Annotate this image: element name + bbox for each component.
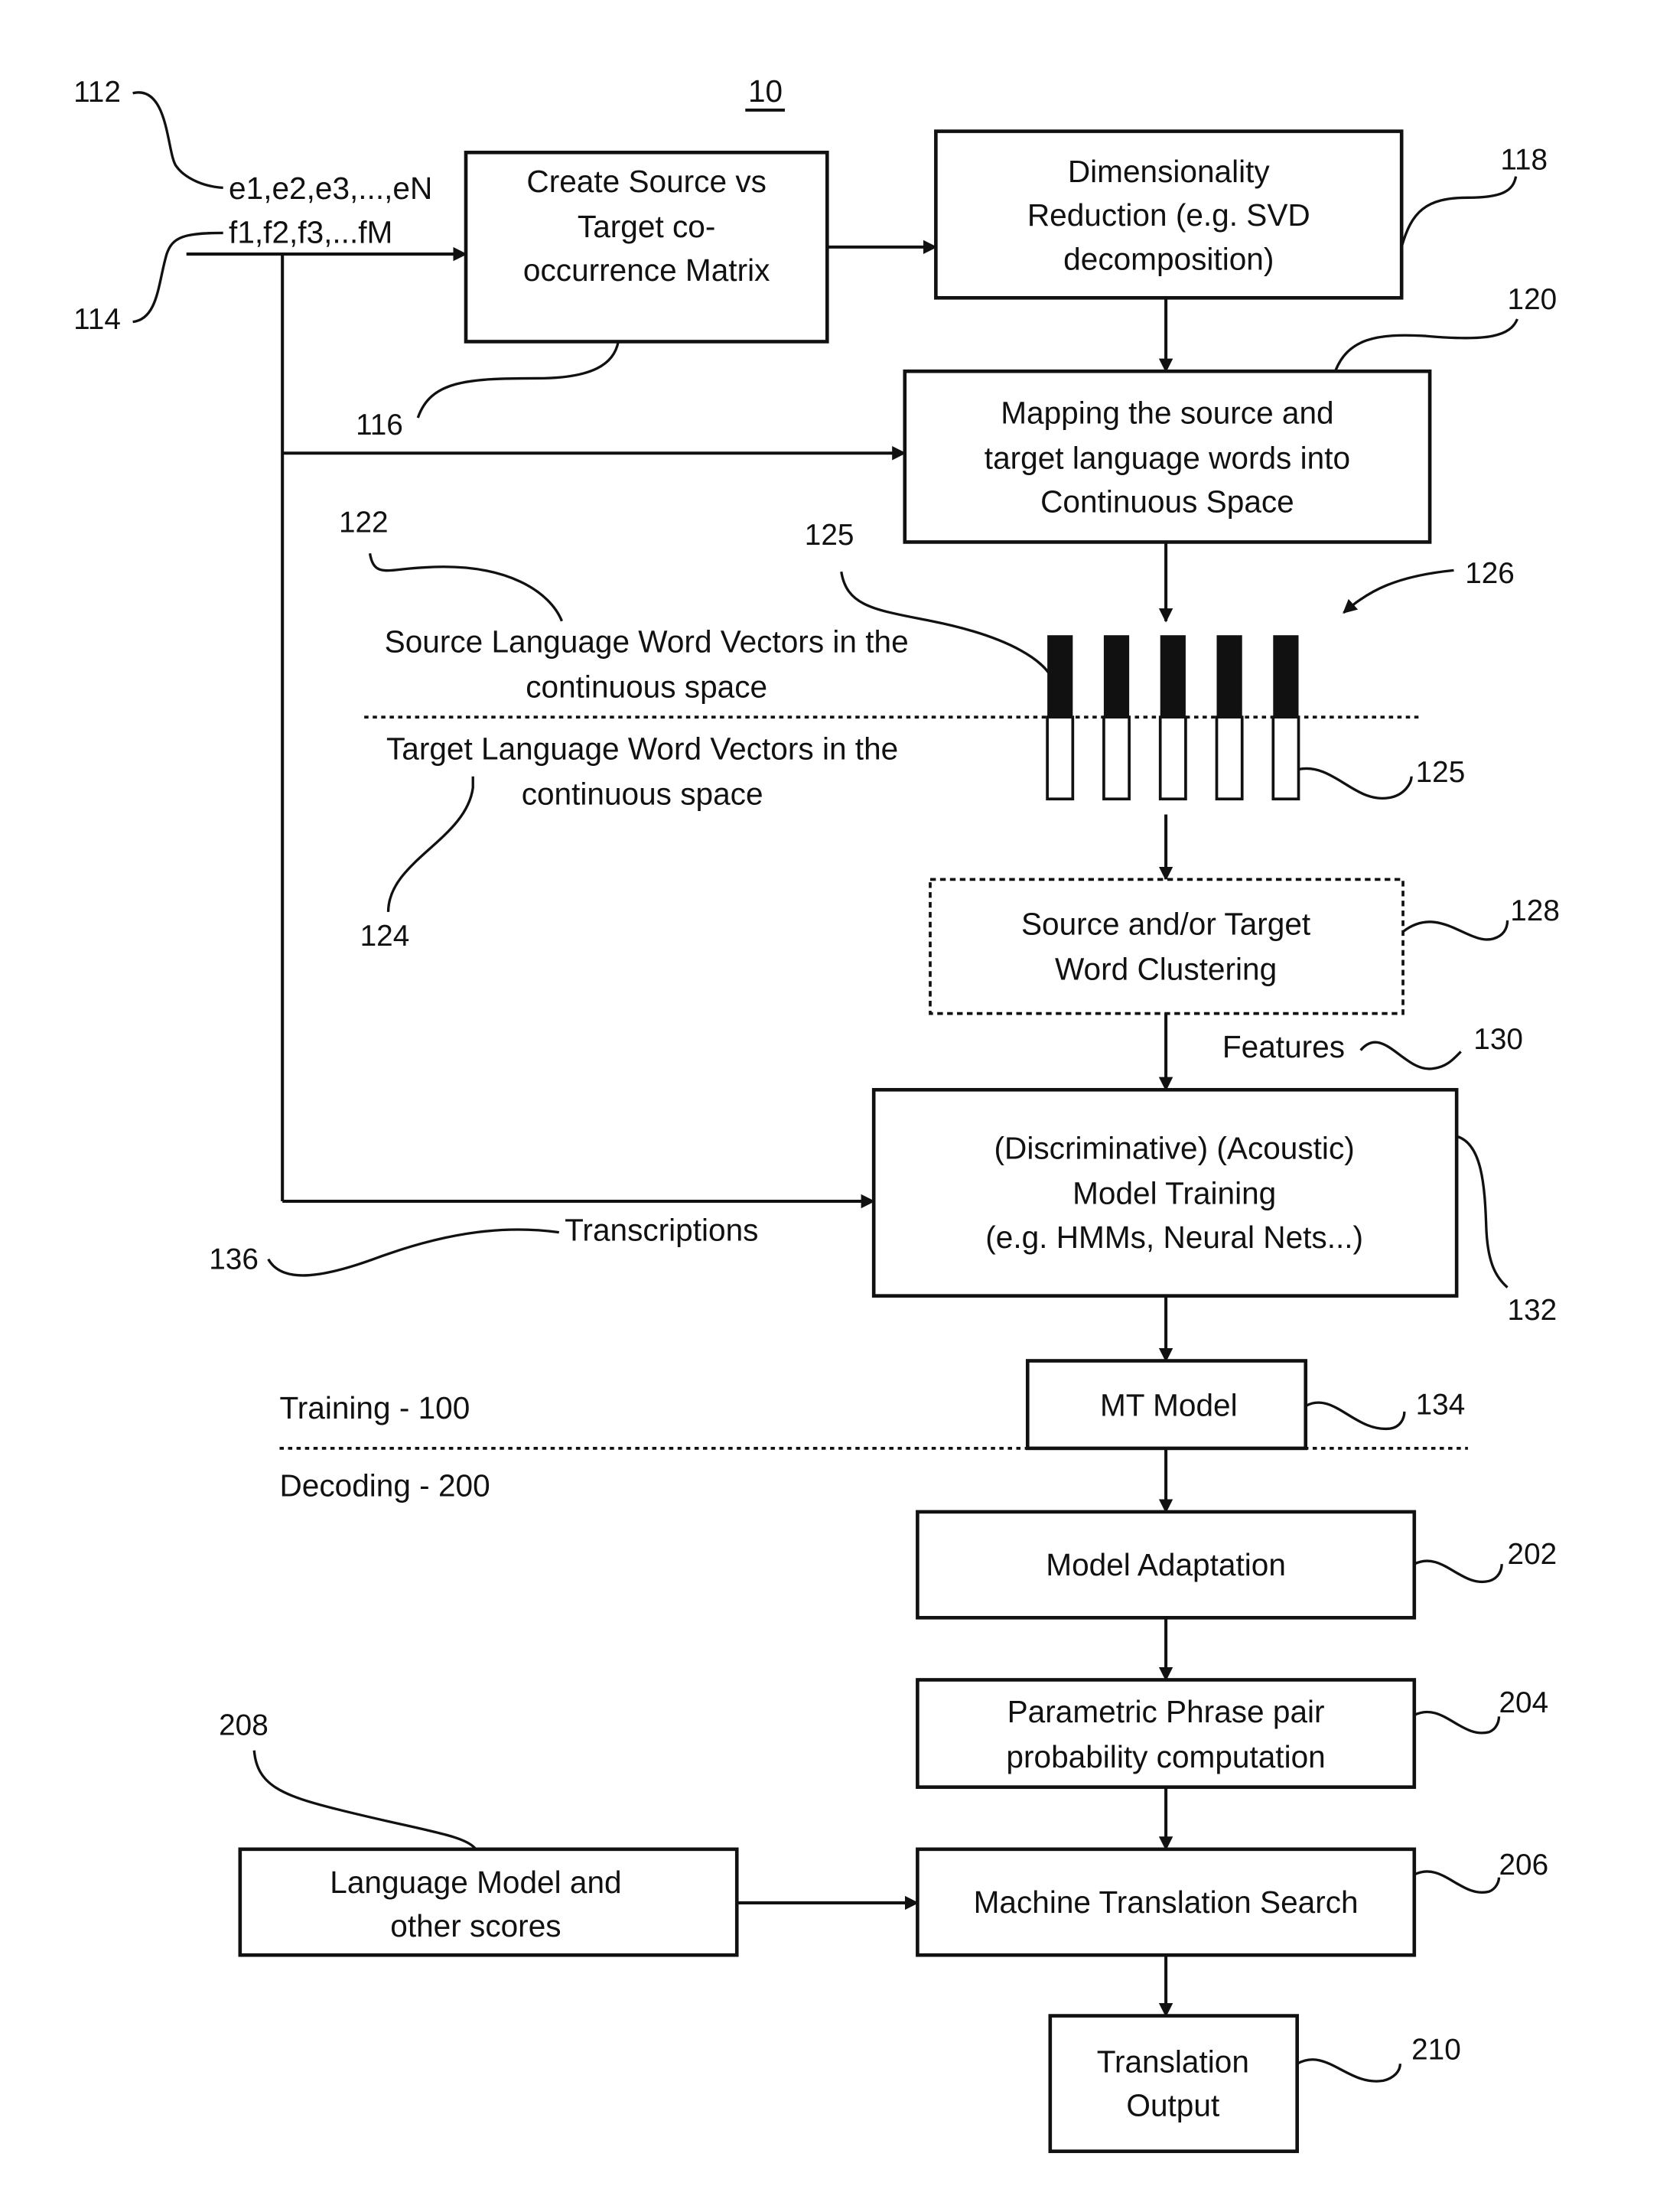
svg-text:Continuous Space: Continuous Space (1040, 484, 1294, 520)
leader-206 (1414, 1870, 1501, 1894)
source-vector-bar (1160, 635, 1186, 718)
svg-text:Source and/or Target: Source and/or Target (1021, 906, 1310, 941)
mt-search-box: Machine Translation Search (916, 1847, 1417, 1957)
leader-112 (132, 91, 223, 190)
svg-text:Target co-: Target co- (578, 209, 715, 244)
source-vector-bar (1103, 635, 1130, 718)
ref-132: 132 (1508, 1294, 1557, 1327)
source-vector-bar (1273, 635, 1299, 718)
svg-text:decomposition): decomposition) (1063, 241, 1274, 276)
flow-diagram: 10 112 e1,e2,e3,...,eN f1,f2,f3,...fM 11… (73, 73, 1560, 2153)
leader-120 (1333, 318, 1519, 372)
leader-134 (1304, 1401, 1406, 1430)
figure-number: 10 (748, 73, 783, 109)
model-training-box: (Discriminative) (Acoustic) Model Traini… (871, 1087, 1459, 1298)
features-label: Features (1222, 1029, 1345, 1064)
leader-125-bottom (1298, 767, 1413, 800)
svg-text:(Discriminative) (Acoustic): (Discriminative) (Acoustic) (994, 1131, 1355, 1166)
svg-text:occurrence Matrix: occurrence Matrix (523, 252, 770, 288)
svg-text:Model Training: Model Training (1072, 1176, 1276, 1211)
cooccurrence-matrix-box: Create Source vs Target co- occurrence M… (464, 150, 829, 344)
language-model-box: Language Model and other scores (238, 1847, 739, 1957)
leader-130 (1359, 1041, 1462, 1070)
mt-model-box: MT Model (1025, 1359, 1308, 1451)
svg-text:(e.g. HMMs, Neural Nets...): (e.g. HMMs, Neural Nets...) (985, 1220, 1363, 1255)
svg-text:Output: Output (1126, 2088, 1219, 2123)
ref-128: 128 (1510, 894, 1560, 927)
ref-208: 208 (219, 1709, 269, 1741)
svg-text:Word Clustering: Word Clustering (1055, 951, 1277, 986)
model-adaptation-box: Model Adaptation (916, 1510, 1417, 1620)
ref-136: 136 (209, 1243, 259, 1276)
leader-204 (1414, 1710, 1501, 1735)
ref-206: 206 (1499, 1849, 1548, 1881)
leader-202 (1414, 1559, 1503, 1584)
ref-112: 112 (73, 76, 121, 109)
ref-126: 126 (1465, 557, 1515, 590)
leader-114 (132, 231, 223, 324)
target-vector-bar (1215, 715, 1244, 801)
target-vector-bar (1102, 715, 1131, 801)
svg-text:MT Model: MT Model (1100, 1387, 1238, 1422)
leader-132 (1456, 1135, 1509, 1288)
svg-text:probability computation: probability computation (1006, 1739, 1325, 1774)
svg-text:Model Adaptation: Model Adaptation (1046, 1547, 1286, 1582)
svg-text:Reduction (e.g. SVD: Reduction (e.g. SVD (1027, 197, 1310, 233)
svg-text:Create Source vs: Create Source vs (526, 164, 767, 199)
leader-122 (368, 552, 564, 622)
leader-128 (1402, 920, 1509, 941)
leader-136 (267, 1228, 560, 1277)
ref-118: 118 (1500, 143, 1548, 176)
training-section-label: Training - 100 (279, 1390, 470, 1425)
arrow-126 (1343, 568, 1454, 614)
translation-output-box: Translation Output (1048, 2014, 1299, 2153)
ref-130: 130 (1473, 1023, 1523, 1056)
transcriptions-label: Transcriptions (565, 1213, 758, 1248)
leader-118 (1400, 176, 1518, 248)
target-vector-bar (1046, 715, 1075, 801)
ref-124: 124 (360, 920, 410, 953)
source-vector-bar (1216, 635, 1242, 718)
leader-124 (386, 776, 474, 912)
target-vectors-label-line1: Target Language Word Vectors in the (386, 731, 898, 767)
ref-202: 202 (1508, 1538, 1557, 1571)
ref-120: 120 (1508, 283, 1557, 316)
target-sequence: f1,f2,f3,...fM (229, 214, 392, 249)
ref-114: 114 (73, 303, 121, 336)
svg-text:target language words into: target language words into (985, 441, 1350, 476)
mapping-box: Mapping the source and target language w… (903, 369, 1432, 544)
phrase-probability-box: Parametric Phrase pair probability compu… (916, 1678, 1417, 1789)
ref-122: 122 (339, 507, 389, 539)
leader-116 (416, 341, 620, 419)
ref-116: 116 (356, 409, 403, 441)
svg-text:Translation: Translation (1097, 2044, 1249, 2079)
source-vectors-label-line1: Source Language Word Vectors in the (385, 624, 909, 659)
target-vector-bar (1158, 715, 1187, 801)
ref-210: 210 (1411, 2034, 1461, 2067)
word-clustering-box: Source and/or Target Word Clustering (929, 878, 1404, 1015)
ref-125-top: 125 (805, 519, 854, 552)
source-sequence: e1,e2,e3,...,eN (229, 171, 432, 206)
leader-210 (1296, 2058, 1402, 2083)
decoding-section-label: Decoding - 200 (279, 1468, 490, 1503)
target-vectors-label-line2: continuous space (522, 777, 763, 812)
source-vectors-label-line2: continuous space (526, 669, 767, 704)
svg-text:Parametric Phrase pair: Parametric Phrase pair (1007, 1694, 1325, 1729)
leader-208 (252, 1750, 477, 1850)
ref-125-bottom: 125 (1416, 756, 1466, 789)
target-vector-bar (1271, 715, 1300, 801)
dimensionality-reduction-box: Dimensionality Reduction (e.g. SVD decom… (934, 129, 1404, 300)
svg-text:Mapping the source and: Mapping the source and (1001, 395, 1333, 430)
svg-text:other scores: other scores (390, 1908, 561, 1943)
svg-text:Language Model and: Language Model and (330, 1865, 621, 1900)
ref-134: 134 (1416, 1389, 1466, 1422)
ref-204: 204 (1499, 1686, 1548, 1719)
svg-text:Dimensionality: Dimensionality (1068, 154, 1271, 189)
svg-text:Machine Translation Search: Machine Translation Search (974, 1885, 1359, 1920)
